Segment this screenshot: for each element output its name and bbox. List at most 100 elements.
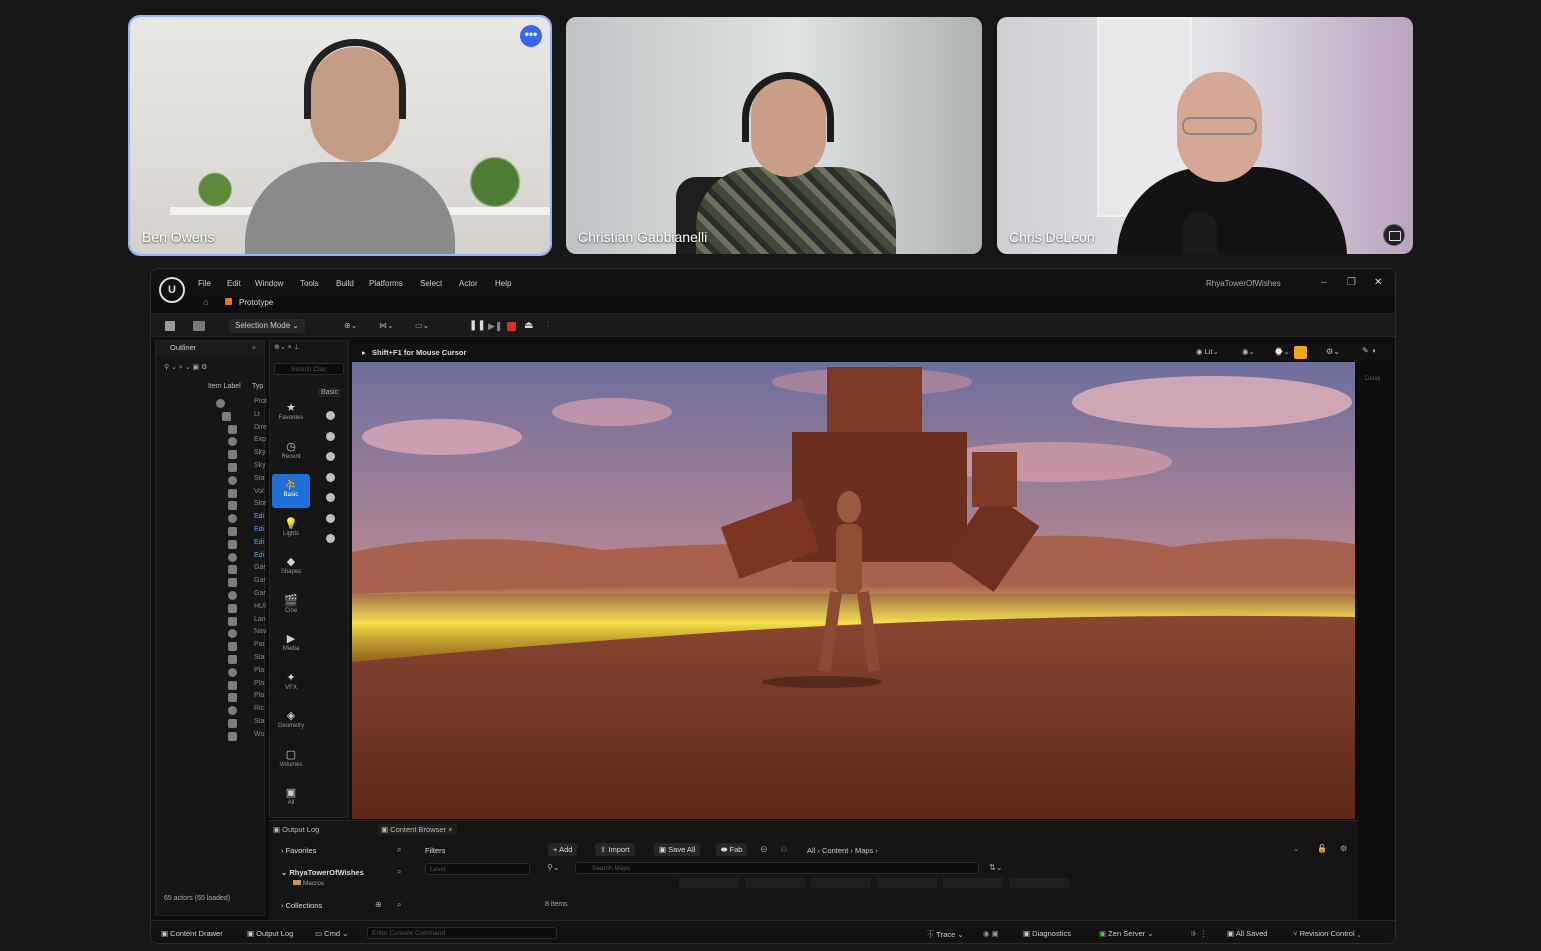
close-icon[interactable]: × bbox=[252, 341, 256, 355]
details-tab[interactable]: Detail bbox=[1365, 376, 1380, 382]
sort-icon[interactable]: ⇅⌄ bbox=[989, 863, 1002, 872]
output-log-button[interactable]: ▣ Output Log bbox=[247, 929, 293, 938]
outliner-row[interactable]: Nav bbox=[254, 628, 266, 635]
participant-tile-chris[interactable]: Chris DeLeon bbox=[997, 17, 1413, 254]
path-dropdown-icon[interactable]: ⌄ bbox=[1293, 844, 1300, 853]
category-all[interactable]: ▣ All bbox=[272, 782, 310, 816]
show-icon[interactable]: ◉⌄ bbox=[1242, 347, 1255, 356]
outliner-row[interactable]: Gar bbox=[254, 564, 266, 571]
outliner-row[interactable]: Pla bbox=[254, 692, 264, 699]
search-icon[interactable]: ⌕ bbox=[397, 867, 401, 877]
console-input[interactable]: Enter Console Command bbox=[367, 927, 557, 939]
level-filter[interactable]: Level bbox=[425, 863, 530, 875]
import-button[interactable]: ⇪ Import bbox=[595, 843, 635, 856]
settings-icon[interactable]: ⚙ bbox=[1340, 844, 1347, 853]
menu-edit[interactable]: Edit bbox=[227, 279, 241, 288]
category-vfx[interactable]: ✦ VFX bbox=[272, 667, 310, 701]
outliner-row[interactable]: Ric bbox=[254, 705, 264, 712]
outliner-row[interactable]: Wo bbox=[254, 731, 264, 738]
basic-actor-icon[interactable] bbox=[326, 472, 335, 482]
menu-file[interactable]: File bbox=[198, 279, 211, 288]
save-all-button[interactable]: ▣ Save All bbox=[654, 843, 701, 856]
lock-icon[interactable]: 🔓 bbox=[1317, 844, 1327, 853]
menu-build[interactable]: Build bbox=[336, 279, 354, 288]
category-volumes[interactable]: ▢ Volumes bbox=[272, 744, 310, 778]
outliner-row[interactable]: Pla bbox=[254, 667, 264, 674]
favorites-section[interactable]: › Favorites bbox=[281, 846, 316, 855]
outliner-row[interactable]: Gar bbox=[254, 590, 266, 597]
asset-thumbnails[interactable] bbox=[679, 878, 1074, 888]
outliner-row[interactable]: Slor bbox=[254, 500, 266, 507]
filter-icon[interactable]: ⚲ ⌄ ⌕ ⌄ ▣ ⚙ bbox=[164, 363, 207, 372]
participant-tile-ben[interactable]: ••• Ben Owens bbox=[130, 17, 550, 254]
add-collection-icon[interactable]: ⊕ bbox=[375, 900, 382, 909]
category-lights[interactable]: 💡 Lights bbox=[272, 513, 310, 547]
basic-actor-icon[interactable] bbox=[326, 534, 335, 543]
trace-dropdown[interactable]: ⏇ Trace ⌄ bbox=[927, 929, 964, 940]
column-item-label[interactable]: Item Label bbox=[208, 383, 241, 390]
participant-tile-christian[interactable]: Christian Gabbianelli bbox=[566, 17, 982, 254]
breadcrumb[interactable]: All › Content › Maps › bbox=[807, 846, 878, 855]
outliner-row[interactable]: Edi bbox=[254, 539, 264, 546]
basic-actor-icon[interactable] bbox=[326, 411, 335, 420]
pause-icon[interactable]: ❚❚ bbox=[469, 319, 486, 333]
minimize-icon[interactable]: – bbox=[1321, 277, 1327, 288]
menu-window[interactable]: Window bbox=[255, 279, 283, 288]
outliner-row[interactable]: Lan bbox=[254, 616, 266, 623]
menu-platforms[interactable]: Platforms bbox=[369, 279, 403, 288]
category-favorites[interactable]: ★ Favorites bbox=[272, 397, 310, 431]
perf-icon[interactable]: ⌚⌄ bbox=[1274, 347, 1290, 356]
close-icon[interactable]: ✕ bbox=[1374, 277, 1382, 288]
class-search-input[interactable]: Search Clas bbox=[274, 363, 344, 375]
search-icon[interactable]: ⌕ bbox=[397, 845, 401, 855]
add-button[interactable]: + Add bbox=[548, 843, 578, 856]
category-media[interactable]: ▶ Media bbox=[272, 628, 310, 662]
filter-icon[interactable]: ⚲⌄ bbox=[547, 863, 560, 872]
edit-icon[interactable]: ✎ ◑ bbox=[1362, 346, 1376, 355]
skip-icon[interactable]: ▶❚ bbox=[488, 319, 502, 333]
level-viewport[interactable] bbox=[352, 362, 1355, 819]
outliner-row[interactable]: Prot bbox=[254, 398, 267, 405]
content-drawer-button[interactable]: ▣ Content Drawer bbox=[161, 929, 223, 938]
search-icon[interactable]: ⌕ bbox=[397, 900, 401, 910]
blueprint-icon[interactable]: ⋈⌄ bbox=[379, 319, 394, 333]
project-folder[interactable]: ⌄ RhyaTowerOfWishes bbox=[281, 868, 364, 877]
menu-select[interactable]: Select bbox=[420, 279, 442, 288]
outliner-row[interactable]: Par bbox=[254, 641, 265, 648]
outliner-row[interactable]: Edi bbox=[254, 526, 264, 533]
category-recent[interactable]: ◷ Recent bbox=[272, 436, 310, 470]
category-cine[interactable]: 🎬 Cine bbox=[272, 590, 310, 624]
outliner-row[interactable]: Sta bbox=[254, 654, 265, 661]
more-icon[interactable]: ⋮ bbox=[544, 319, 552, 333]
category-shapes[interactable]: ◆ Shapes bbox=[272, 551, 310, 585]
history-forward-icon[interactable]: ⊖ bbox=[780, 844, 788, 855]
fab-button[interactable]: ⬬ Fab bbox=[716, 843, 748, 856]
cmd-dropdown[interactable]: ▭ Cmd ⌄ bbox=[315, 929, 348, 938]
outliner-row[interactable]: Lt bbox=[254, 411, 260, 418]
outliner-row[interactable]: HUI bbox=[254, 603, 266, 610]
outliner-row[interactable]: Exp bbox=[254, 436, 266, 443]
column-type[interactable]: Typ bbox=[252, 383, 263, 390]
cinematics-icon[interactable]: ▭⌄ bbox=[415, 319, 429, 333]
home-icon[interactable]: ⌂ bbox=[203, 297, 208, 307]
menu-actor[interactable]: Actor bbox=[459, 279, 478, 288]
outliner-row[interactable]: Gar bbox=[254, 577, 266, 584]
outliner-row[interactable]: Sky bbox=[254, 462, 266, 469]
snap-icon[interactable] bbox=[1294, 346, 1307, 359]
outliner-row[interactable]: Vol bbox=[254, 488, 264, 495]
outliner-row[interactable]: Sky bbox=[254, 449, 266, 456]
breadcrumb-item[interactable]: All bbox=[807, 846, 815, 855]
all-saved-button[interactable]: ▣ All Saved bbox=[1227, 929, 1267, 938]
zen-server-dropdown[interactable]: ▣ Zen Server ⌄ bbox=[1099, 929, 1154, 938]
breadcrumb-item[interactable]: Content bbox=[822, 846, 848, 855]
search-maps-input[interactable]: Search Maps bbox=[575, 862, 979, 874]
outliner-row[interactable]: Edi bbox=[254, 552, 264, 559]
notifications-icon[interactable]: ⊪ ⋮ bbox=[1191, 929, 1207, 938]
save-icon[interactable] bbox=[165, 321, 175, 331]
menu-tools[interactable]: Tools bbox=[300, 279, 319, 288]
category-basic[interactable]: ⛹ Basic bbox=[272, 474, 310, 508]
diagnostics-button[interactable]: ▣ Diagnostics bbox=[1023, 929, 1071, 938]
selection-mode-dropdown[interactable]: Selection Mode ⌄ bbox=[229, 319, 306, 333]
add-actor-icon[interactable]: ⊕⌄ bbox=[344, 319, 357, 333]
basic-actor-icon[interactable] bbox=[326, 452, 335, 461]
